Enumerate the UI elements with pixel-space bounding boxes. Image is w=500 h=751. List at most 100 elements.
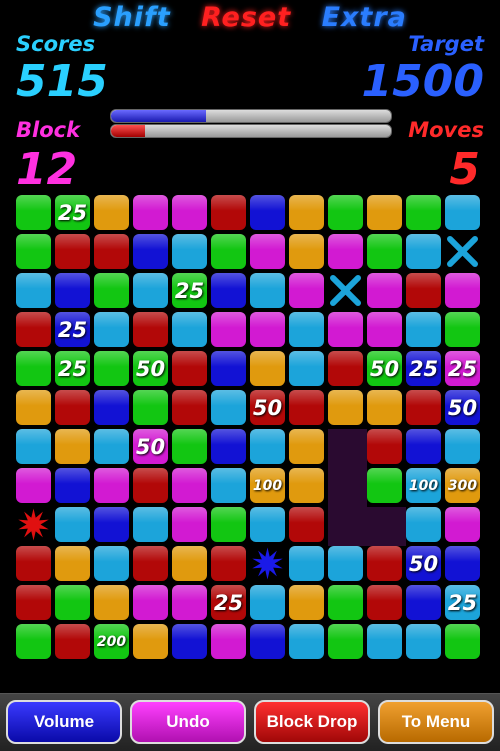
board-cell[interactable]: [172, 351, 207, 386]
board-cell[interactable]: [445, 273, 480, 308]
board-cell[interactable]: [16, 234, 51, 269]
board-cell[interactable]: [367, 624, 402, 659]
board-cell[interactable]: [250, 195, 285, 230]
board-cell[interactable]: 25: [55, 351, 90, 386]
board-cell[interactable]: [94, 351, 129, 386]
board-cell[interactable]: [328, 546, 363, 581]
board-cell[interactable]: [367, 429, 402, 464]
board-cell[interactable]: [211, 429, 246, 464]
board-cell[interactable]: [328, 468, 367, 507]
board-cell[interactable]: [406, 585, 441, 620]
board-cell[interactable]: [289, 234, 324, 269]
board-cell[interactable]: [133, 507, 168, 542]
board-cell[interactable]: [211, 351, 246, 386]
board-cell[interactable]: [172, 585, 207, 620]
board-cell[interactable]: [289, 429, 324, 464]
board-cell[interactable]: [289, 273, 324, 308]
board-cell[interactable]: [289, 390, 324, 425]
board-cell[interactable]: [16, 351, 51, 386]
board-cell[interactable]: 50: [406, 546, 441, 581]
board-cell[interactable]: 100: [406, 468, 441, 503]
board-cell[interactable]: [55, 546, 90, 581]
board-cell[interactable]: [445, 234, 480, 269]
board-cell[interactable]: [133, 195, 168, 230]
board-cell[interactable]: [406, 429, 441, 464]
undo-button[interactable]: Undo: [130, 700, 246, 744]
board-cell[interactable]: 200: [94, 624, 129, 659]
board-cell[interactable]: [55, 468, 90, 503]
board-cell[interactable]: [211, 546, 246, 581]
board-cell[interactable]: [211, 273, 246, 308]
board-cell[interactable]: [445, 195, 480, 230]
board-cell[interactable]: 25: [55, 195, 90, 230]
board-cell[interactable]: 300: [445, 468, 480, 503]
board-cell[interactable]: [367, 195, 402, 230]
board-cell[interactable]: [328, 312, 363, 347]
board-cell[interactable]: [133, 390, 168, 425]
board-cell[interactable]: [289, 546, 324, 581]
board-cell[interactable]: [328, 234, 363, 269]
board-cell[interactable]: [289, 312, 324, 347]
board-cell[interactable]: 50: [133, 351, 168, 386]
board-cell[interactable]: [94, 585, 129, 620]
board-cell[interactable]: [172, 195, 207, 230]
board-cell[interactable]: [172, 390, 207, 425]
board-cell[interactable]: [94, 468, 129, 503]
board-cell[interactable]: [16, 468, 51, 503]
board-cell[interactable]: [16, 624, 51, 659]
board-cell[interactable]: [94, 507, 129, 542]
board-cell[interactable]: [94, 546, 129, 581]
board-cell[interactable]: [250, 429, 285, 464]
board-cell[interactable]: [328, 624, 363, 659]
board-cell[interactable]: [445, 624, 480, 659]
board-cell[interactable]: [250, 507, 285, 542]
board-cell[interactable]: [172, 429, 207, 464]
board-cell[interactable]: [406, 390, 441, 425]
board-cell[interactable]: [367, 468, 402, 503]
board-cell[interactable]: [16, 273, 51, 308]
board-cell[interactable]: [250, 273, 285, 308]
board-cell[interactable]: [289, 195, 324, 230]
board-cell[interactable]: [172, 468, 207, 503]
board-cell[interactable]: [55, 390, 90, 425]
board-cell[interactable]: 50: [445, 390, 480, 425]
board-cell[interactable]: [406, 312, 441, 347]
board-cell[interactable]: [211, 312, 246, 347]
board-cell[interactable]: [94, 234, 129, 269]
board-cell[interactable]: [406, 195, 441, 230]
board-cell[interactable]: [289, 585, 324, 620]
board-cell[interactable]: [211, 195, 246, 230]
board-cell[interactable]: [367, 312, 402, 347]
to-menu-button[interactable]: To Menu: [378, 700, 494, 744]
board-cell[interactable]: [55, 624, 90, 659]
board-cell[interactable]: [250, 624, 285, 659]
board-cell[interactable]: [250, 351, 285, 386]
board-cell[interactable]: [328, 351, 363, 386]
board-cell[interactable]: [133, 234, 168, 269]
board-cell[interactable]: [328, 390, 363, 425]
game-board[interactable]: 25 25 25 25 50 50 25 25 50 50 50 100 100 300 50 25 25 200: [16, 195, 484, 663]
board-cell[interactable]: [367, 546, 402, 581]
board-cell[interactable]: [172, 312, 207, 347]
board-cell[interactable]: [250, 585, 285, 620]
board-cell[interactable]: [133, 624, 168, 659]
board-cell[interactable]: [172, 546, 207, 581]
board-cell[interactable]: 50: [367, 351, 402, 386]
board-cell[interactable]: [16, 546, 51, 581]
board-cell[interactable]: [211, 624, 246, 659]
board-cell[interactable]: [16, 195, 51, 230]
board-cell[interactable]: [16, 390, 51, 425]
board-cell[interactable]: [445, 507, 480, 542]
board-cell[interactable]: [328, 273, 363, 308]
board-cell[interactable]: [367, 585, 402, 620]
board-cell[interactable]: [16, 429, 51, 464]
board-cell[interactable]: 25: [172, 273, 207, 308]
board-cell[interactable]: [289, 507, 324, 542]
board-cell[interactable]: [328, 429, 367, 468]
board-cell[interactable]: [172, 234, 207, 269]
board-cell[interactable]: [250, 312, 285, 347]
board-cell[interactable]: [55, 273, 90, 308]
board-cell[interactable]: [133, 546, 168, 581]
board-cell[interactable]: [289, 351, 324, 386]
board-cell[interactable]: [406, 507, 441, 542]
